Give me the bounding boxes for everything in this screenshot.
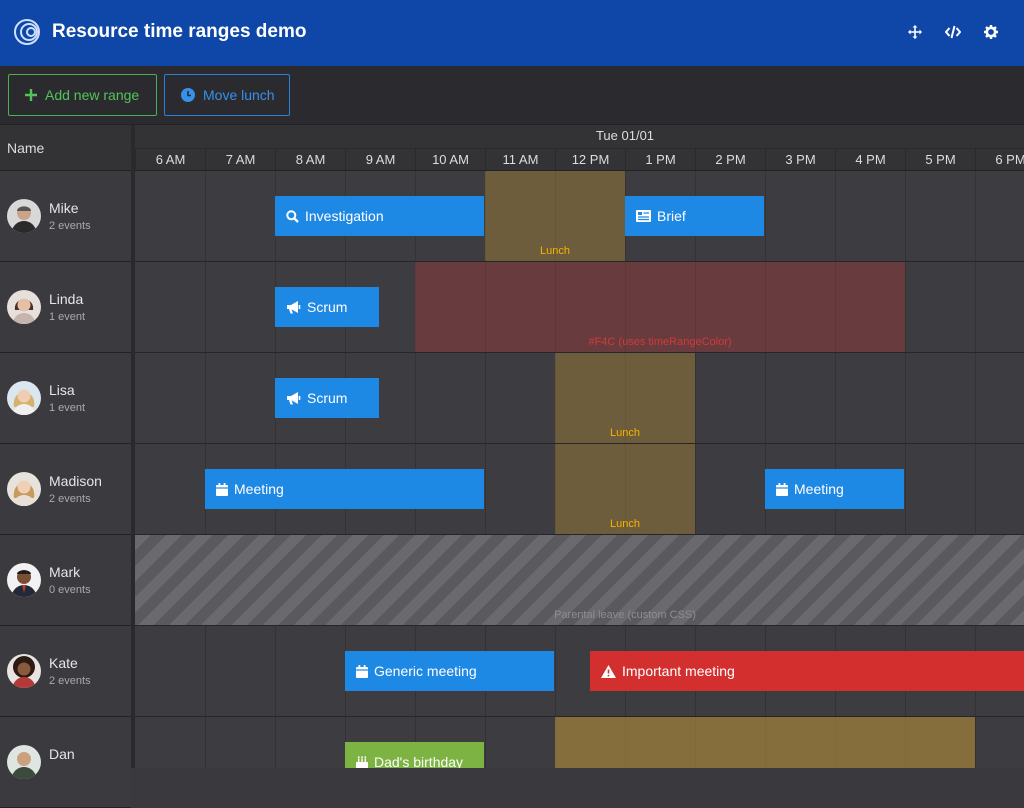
time-range-lunch[interactable]: Lunch [485, 171, 625, 261]
resource-row-dan[interactable]: Dan [0, 717, 131, 808]
resource-event-count: 0 events [49, 584, 91, 596]
resource-name: Madison [49, 473, 102, 489]
event-important-meeting[interactable]: Important meeting [590, 651, 1024, 691]
gear-icon[interactable] [983, 24, 999, 40]
time-range-custom-color[interactable]: #F4C (uses timeRangeColor) [415, 262, 905, 352]
time-range-label: Parental leave (custom CSS) [554, 609, 696, 621]
event-investigation[interactable]: Investigation [275, 196, 484, 236]
resource-row-madison[interactable]: Madison 2 events [0, 444, 131, 535]
resource-row-linda[interactable]: Linda 1 event [0, 262, 131, 353]
event-label: Brief [657, 208, 686, 224]
calendar-icon [356, 664, 368, 678]
resource-row-kate[interactable]: Kate 2 events [0, 626, 131, 717]
event-label: Generic meeting [374, 663, 477, 679]
avatar [7, 199, 41, 233]
code-icon[interactable] [945, 24, 961, 40]
resource-row-mike[interactable]: Mike 2 events [0, 171, 131, 262]
event-meeting[interactable]: Meeting [205, 469, 484, 509]
time-range-label: Lunch [610, 427, 640, 439]
avatar [7, 654, 41, 688]
calendar-icon [216, 482, 228, 496]
hour-cell: 7 AM [205, 149, 275, 170]
resource-event-count: 2 events [49, 493, 91, 505]
move-lunch-label: Move lunch [203, 87, 275, 103]
event-dads-birthday[interactable]: Dad's birthday [345, 742, 484, 768]
move-lunch-button[interactable]: Move lunch [164, 74, 290, 116]
hour-cell: 3 PM [765, 149, 835, 170]
bryntum-logo-icon [13, 17, 41, 47]
resource-name: Linda [49, 291, 84, 307]
app-title: Resource time ranges demo [52, 21, 307, 42]
event-label: Scrum [307, 390, 348, 406]
bullhorn-icon [286, 300, 301, 314]
resource-name: Lisa [49, 382, 75, 398]
hour-cell: 1 PM [625, 149, 695, 170]
name-column-header[interactable]: Name [0, 125, 131, 171]
warning-icon [601, 664, 616, 678]
avatar [7, 472, 41, 506]
resource-event-count: 1 event [49, 402, 86, 414]
resource-name: Mike [49, 200, 79, 216]
avatar [7, 563, 41, 597]
event-meeting[interactable]: Meeting [765, 469, 904, 509]
add-new-range-button[interactable]: Add new range [8, 74, 157, 116]
fullscreen-move-icon[interactable] [907, 24, 923, 40]
toolbar: Add new range Move lunch [0, 66, 1024, 125]
date-header: Tue 01/01 [595, 128, 655, 143]
event-generic-meeting[interactable]: Generic meeting [345, 651, 554, 691]
schedule-body[interactable]: Lunch #F4C (uses timeRangeColor) Lunch L… [135, 171, 1024, 768]
clock-icon [181, 88, 195, 102]
newspaper-icon [636, 210, 651, 222]
time-range-dan[interactable] [555, 717, 975, 768]
event-label: Investigation [305, 208, 384, 224]
calendar-icon [776, 482, 788, 496]
birthday-cake-icon [356, 755, 368, 768]
time-range-parental-leave[interactable]: Parental leave (custom CSS) [135, 535, 1024, 625]
time-range-label: #F4C (uses timeRangeColor) [588, 336, 732, 348]
time-range-lunch[interactable]: Lunch [555, 444, 695, 534]
event-label: Meeting [794, 481, 844, 497]
row-line [135, 625, 1024, 626]
avatar [7, 381, 41, 415]
time-range-label: Lunch [540, 245, 570, 257]
resource-event-count: 1 event [49, 311, 86, 323]
bullhorn-icon [286, 391, 301, 405]
app-header: Resource time ranges demo [0, 0, 1024, 66]
avatar [7, 745, 41, 779]
resource-event-count: 2 events [49, 675, 91, 687]
hour-cell: 5 PM [905, 149, 975, 170]
event-label: Dad's birthday [374, 754, 464, 768]
search-icon [286, 209, 299, 223]
hour-cell: 4 PM [835, 149, 905, 170]
hour-cell: 12 PM [555, 149, 625, 170]
add-new-range-label: Add new range [45, 87, 140, 103]
event-label: Important meeting [622, 663, 735, 679]
resource-row-mark[interactable]: Mark 0 events [0, 535, 131, 626]
name-column-label: Name [7, 140, 45, 156]
event-brief[interactable]: Brief [625, 196, 764, 236]
avatar [7, 290, 41, 324]
hour-cell: 11 AM [485, 149, 555, 170]
plus-icon [25, 89, 37, 101]
hour-cell: 9 AM [345, 149, 415, 170]
resource-row-lisa[interactable]: Lisa 1 event [0, 353, 131, 444]
event-label: Scrum [307, 299, 348, 315]
resource-name: Mark [49, 564, 81, 580]
resource-name: Dan [49, 746, 75, 762]
time-range-lunch[interactable]: Lunch [555, 353, 695, 443]
hour-row: 6 AM 7 AM 8 AM 9 AM 10 AM 11 AM 12 PM 1 … [135, 148, 1024, 170]
hour-cell: 2 PM [695, 149, 765, 170]
resource-event-count: 2 events [49, 220, 91, 232]
hour-cell: 10 AM [415, 149, 485, 170]
event-label: Meeting [234, 481, 284, 497]
event-scrum[interactable]: Scrum [275, 378, 379, 418]
hour-cell: 6 PM [975, 149, 1024, 170]
resource-name: Kate [49, 655, 78, 671]
event-scrum[interactable]: Scrum [275, 287, 379, 327]
time-range-label: Lunch [610, 518, 640, 530]
hour-cell: 6 AM [135, 149, 205, 170]
time-axis-header: Tue 01/01 6 AM 7 AM 8 AM 9 AM 10 AM 11 A… [135, 125, 1024, 171]
hour-cell: 8 AM [275, 149, 345, 170]
